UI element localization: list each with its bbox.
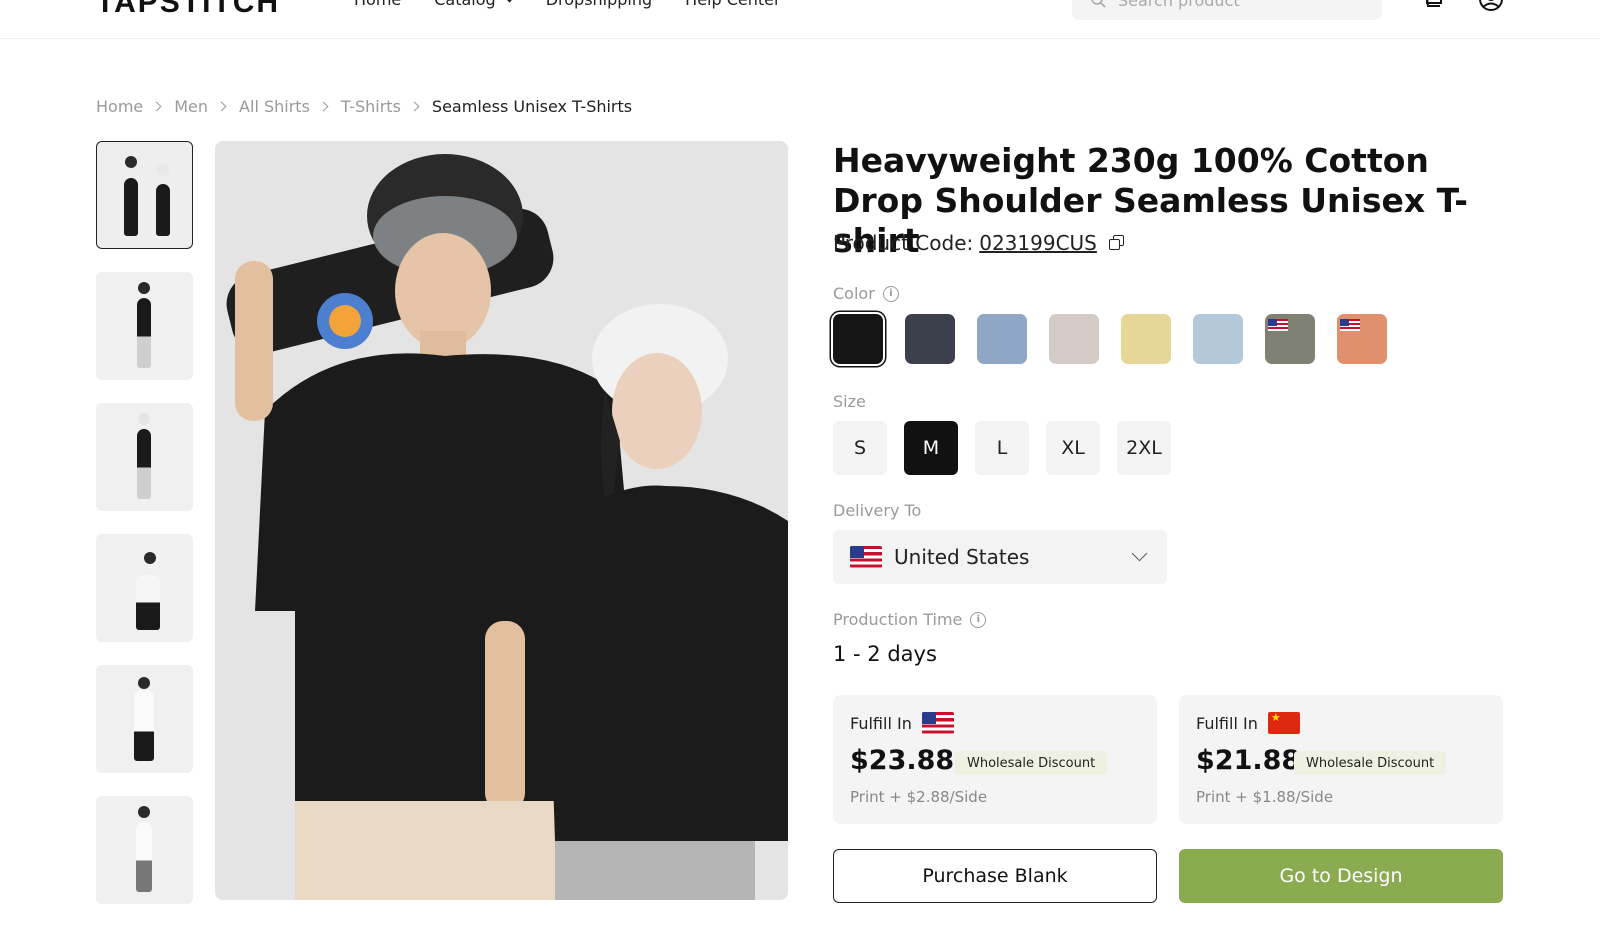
us-flag-icon xyxy=(1268,319,1288,331)
nav-dropshipping[interactable]: Dropshipping xyxy=(546,0,652,9)
fulfill-label-row: Fulfill In xyxy=(850,712,954,734)
model-head xyxy=(138,413,150,425)
size-option[interactable]: S xyxy=(833,421,887,475)
main-product-image[interactable] xyxy=(215,141,788,900)
delivery-country-value: United States xyxy=(894,545,1030,569)
cart-icon[interactable] xyxy=(1420,0,1444,12)
fulfill-label: Fulfill In xyxy=(850,713,912,733)
production-label-row: Production Time i xyxy=(833,610,987,629)
model-figure xyxy=(156,184,170,236)
brand-logo[interactable]: TAPSTITCH xyxy=(96,0,280,20)
chevron-down-icon xyxy=(504,0,515,3)
model-figure xyxy=(137,298,151,368)
copy-icon[interactable] xyxy=(1108,235,1125,251)
print-cost: Print + $2.88/Side xyxy=(850,788,988,806)
model-head xyxy=(138,806,150,818)
wholesale-badge: Wholesale Discount xyxy=(955,751,1108,775)
color-swatch-olive[interactable] xyxy=(1265,314,1315,364)
breadcrumb-men[interactable]: Men xyxy=(174,97,208,116)
size-option[interactable]: L xyxy=(975,421,1029,475)
price: $23.88 xyxy=(850,745,955,776)
nav-catalog[interactable]: Catalog xyxy=(434,0,515,9)
go-to-design-button[interactable]: Go to Design xyxy=(1179,849,1503,903)
color-swatch-charcoal[interactable] xyxy=(905,314,955,364)
thumbnail-list xyxy=(96,141,193,927)
color-swatch-light-blue[interactable] xyxy=(1193,314,1243,364)
info-icon[interactable]: i xyxy=(882,285,899,302)
price: $21.88 xyxy=(1196,745,1301,776)
delivery-country-select[interactable]: United States xyxy=(833,530,1167,584)
breadcrumb-current: Seamless Unisex T-Shirts xyxy=(431,97,633,116)
color-swatch-blue[interactable] xyxy=(977,314,1027,364)
fulfill-card-us[interactable]: Fulfill In $23.88 Wholesale Discount Pri… xyxy=(833,695,1157,824)
size-label: Size xyxy=(833,392,866,411)
production-time: 1 - 2 days xyxy=(833,642,937,666)
product-code: Product Code: 023199CUS xyxy=(833,231,1125,255)
color-label-row: Color i xyxy=(833,284,899,303)
chevron-right-icon xyxy=(151,101,162,112)
model-head xyxy=(138,282,150,294)
nav-home[interactable]: Home xyxy=(354,0,401,9)
us-flag-icon xyxy=(850,546,882,568)
color-swatch-coral[interactable] xyxy=(1337,314,1387,364)
purchase-blank-button[interactable]: Purchase Blank xyxy=(833,849,1157,903)
model-figure xyxy=(136,822,152,892)
product-thumbnail[interactable] xyxy=(96,665,193,773)
color-swatches xyxy=(833,314,1387,364)
size-option[interactable]: 2XL xyxy=(1117,421,1171,475)
breadcrumb-home[interactable]: Home xyxy=(96,97,143,116)
color-swatch-black[interactable] xyxy=(833,314,883,364)
print-cost: Print + $1.88/Side xyxy=(1196,788,1334,806)
us-flag-icon xyxy=(921,712,954,734)
product-photo xyxy=(215,141,788,900)
info-icon[interactable]: i xyxy=(970,611,987,628)
chevron-right-icon xyxy=(318,101,329,112)
product-code-value[interactable]: 023199CUS xyxy=(979,231,1097,255)
product-code-label: Product Code: xyxy=(833,231,974,255)
model-figure xyxy=(134,691,154,761)
color-label: Color xyxy=(833,284,875,303)
china-flag-icon xyxy=(1267,711,1300,734)
chevron-right-icon xyxy=(216,101,227,112)
product-thumbnail[interactable] xyxy=(96,403,193,511)
model-head xyxy=(157,164,169,176)
size-options: S M L XL 2XL xyxy=(833,421,1171,475)
breadcrumb-all-shirts[interactable]: All Shirts xyxy=(239,97,310,116)
model-figure xyxy=(124,178,138,236)
color-swatch-yellow[interactable] xyxy=(1121,314,1171,364)
nav-catalog-label: Catalog xyxy=(434,0,495,9)
account-icon[interactable] xyxy=(1478,0,1504,12)
model-figure xyxy=(137,429,151,499)
model-figure xyxy=(136,575,160,630)
fulfill-card-cn[interactable]: Fulfill In $21.88 Wholesale Discount Pri… xyxy=(1179,695,1503,824)
breadcrumb-t-shirts[interactable]: T-Shirts xyxy=(341,97,401,116)
fulfill-label: Fulfill In xyxy=(1196,713,1258,733)
wholesale-badge: Wholesale Discount xyxy=(1294,751,1447,775)
model-head xyxy=(144,552,156,564)
main-nav: Home Catalog Dropshipping Help Center xyxy=(354,0,781,9)
site-header: TAPSTITCH Home Catalog Dropshipping Help… xyxy=(0,0,1600,39)
chevron-down-icon xyxy=(1131,545,1148,562)
fulfill-label-row: Fulfill In xyxy=(1196,711,1300,734)
production-label: Production Time xyxy=(833,610,963,629)
model-head xyxy=(125,156,137,168)
color-swatch-beige[interactable] xyxy=(1049,314,1099,364)
size-option[interactable]: XL xyxy=(1046,421,1100,475)
product-thumbnail[interactable] xyxy=(96,141,193,249)
search-placeholder: Search product xyxy=(1118,0,1240,10)
product-thumbnail[interactable] xyxy=(96,272,193,380)
breadcrumb: Home Men All Shirts T-Shirts Seamless Un… xyxy=(96,97,632,116)
delivery-label: Delivery To xyxy=(833,501,922,520)
model-head xyxy=(138,677,150,689)
search-input[interactable]: Search product xyxy=(1072,0,1382,20)
chevron-right-icon xyxy=(409,101,420,112)
search-icon xyxy=(1091,0,1106,8)
nav-help-center[interactable]: Help Center xyxy=(685,0,780,9)
product-thumbnail[interactable] xyxy=(96,534,193,642)
us-flag-icon xyxy=(1340,319,1360,331)
size-option-selected[interactable]: M xyxy=(904,421,958,475)
product-thumbnail[interactable] xyxy=(96,796,193,904)
